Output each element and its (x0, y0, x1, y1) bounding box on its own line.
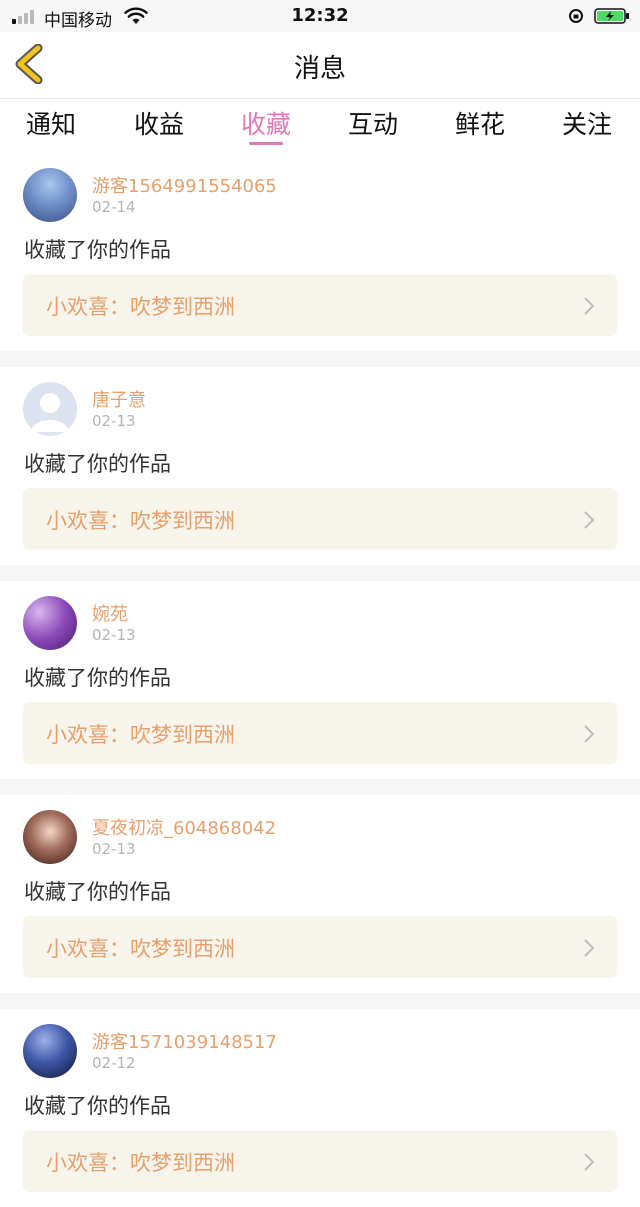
avatar[interactable] (23, 596, 77, 650)
avatar[interactable] (23, 810, 77, 864)
tab-notifications[interactable]: 通知 (11, 105, 91, 141)
tab-interactions[interactable]: 互动 (333, 105, 413, 141)
work-link[interactable]: 小欢喜：吹梦到西洲 (23, 488, 617, 550)
tab-favorites[interactable]: 收藏 (226, 105, 306, 141)
timestamp: 02-12 (92, 1054, 136, 1072)
timestamp: 02-14 (92, 198, 136, 216)
chevron-right-icon (584, 939, 595, 957)
work-title: 小欢喜：吹梦到西洲 (46, 937, 235, 961)
tab-earnings[interactable]: 收益 (119, 105, 199, 141)
work-link[interactable]: 小欢喜：吹梦到西洲 (23, 702, 617, 764)
avatar[interactable] (23, 168, 77, 222)
rotation-lock-icon (569, 9, 583, 23)
action-text: 收藏了你的作品 (24, 666, 171, 690)
list-item: 夏夜初凉_604868042 02-13 收藏了你的作品 小欢喜：吹梦到西洲 (0, 795, 640, 993)
list-item: 游客1564991554065 02-14 收藏了你的作品 小欢喜：吹梦到西洲 (0, 153, 640, 351)
tab-flowers[interactable]: 鲜花 (440, 105, 520, 141)
divider (0, 779, 640, 795)
work-link[interactable]: 小欢喜：吹梦到西洲 (23, 1130, 617, 1192)
navigation-bar: 消息 (0, 32, 640, 99)
timestamp: 02-13 (92, 626, 136, 644)
avatar[interactable] (23, 382, 77, 436)
work-title: 小欢喜：吹梦到西洲 (46, 295, 235, 319)
timestamp: 02-13 (92, 840, 136, 858)
list-item: 唐子意 02-13 收藏了你的作品 小欢喜：吹梦到西洲 (0, 367, 640, 565)
chevron-right-icon (584, 511, 595, 529)
avatar[interactable] (23, 1024, 77, 1078)
action-text: 收藏了你的作品 (24, 452, 171, 476)
default-avatar-icon (31, 393, 69, 432)
list-item: 游客1571039148517 02-12 收藏了你的作品 小欢喜：吹梦到西洲 (0, 1009, 640, 1207)
tab-following[interactable]: 关注 (547, 105, 627, 141)
action-text: 收藏了你的作品 (24, 1094, 171, 1118)
username[interactable]: 夏夜初凉_604868042 (92, 814, 276, 840)
active-tab-indicator (249, 142, 283, 145)
chevron-right-icon (584, 297, 595, 315)
work-title: 小欢喜：吹梦到西洲 (46, 1151, 235, 1175)
work-link[interactable]: 小欢喜：吹梦到西洲 (23, 916, 617, 978)
tab-bar: 通知 收益 收藏 互动 鲜花 关注 (0, 99, 640, 153)
username[interactable]: 游客1571039148517 (92, 1028, 277, 1054)
work-link[interactable]: 小欢喜：吹梦到西洲 (23, 274, 617, 336)
chevron-right-icon (584, 1153, 595, 1171)
divider (0, 993, 640, 1009)
status-time: 12:32 (291, 5, 349, 26)
timestamp: 02-13 (92, 412, 136, 430)
divider (0, 351, 640, 367)
action-text: 收藏了你的作品 (24, 238, 171, 262)
username[interactable]: 唐子意 (92, 386, 146, 412)
chevron-right-icon (584, 725, 595, 743)
page-title: 消息 (293, 54, 346, 84)
favorites-feed: 游客1564991554065 02-14 收藏了你的作品 小欢喜：吹梦到西洲 … (0, 153, 640, 1207)
work-title: 小欢喜：吹梦到西洲 (46, 723, 235, 747)
work-title: 小欢喜：吹梦到西洲 (46, 509, 235, 533)
list-item: 婉苑 02-13 收藏了你的作品 小欢喜：吹梦到西洲 (0, 581, 640, 779)
battery-charging-icon (594, 8, 629, 24)
divider (0, 565, 640, 581)
username[interactable]: 游客1564991554065 (92, 172, 277, 198)
action-text: 收藏了你的作品 (24, 880, 171, 904)
username[interactable]: 婉苑 (92, 600, 128, 626)
status-bar: 中国移动 12:32 (0, 0, 640, 32)
